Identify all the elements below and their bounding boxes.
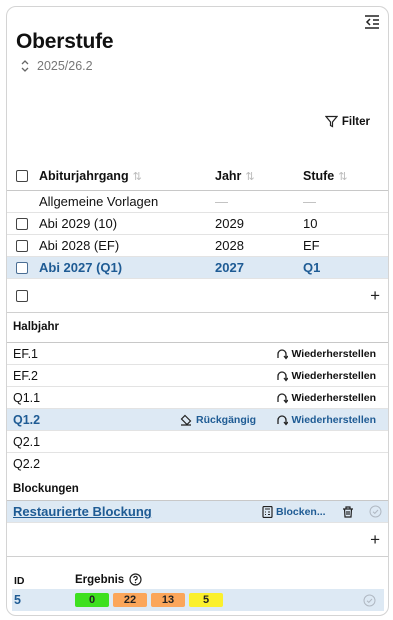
help-circle-icon[interactable] <box>129 573 142 586</box>
halbjahr-row[interactable]: Q2.2 <box>7 453 388 475</box>
row-stufe: EF <box>303 238 320 253</box>
halbjahr-row[interactable]: EF.2 Wiederherstellen <box>7 365 388 387</box>
oberstufe-panel: Oberstufe 2025/26.2 Filter Abiturjahrgan… <box>6 6 389 616</box>
result-badge: 13 <box>151 593 185 607</box>
restore-icon <box>277 414 289 426</box>
row-name: Abi 2027 (Q1) <box>39 260 123 275</box>
blockung-row-selected[interactable]: Restaurierte Blockung Blocken... <box>7 501 388 523</box>
table-row-selected[interactable]: Abi 2027 (Q1) 2027 Q1 <box>7 257 388 279</box>
restore-button[interactable]: Wiederherstellen <box>276 348 376 360</box>
blockung-footer: + <box>7 523 388 557</box>
sort-icon[interactable]: ⇅ <box>245 171 254 183</box>
blocken-button[interactable]: Blocken... <box>262 505 326 518</box>
row-jahr: 2028 <box>215 238 244 253</box>
restore-button[interactable]: Wiederherstellen <box>276 414 376 426</box>
school-year-label: 2025/26.2 <box>37 59 93 73</box>
restore-button[interactable]: Wiederherstellen <box>276 370 376 382</box>
table-row[interactable]: Abi 2029 (10) 2029 10 <box>7 213 388 235</box>
footer-checkbox[interactable] <box>16 289 28 302</box>
check-circle-icon[interactable] <box>363 594 376 607</box>
row-jahr: — <box>215 194 228 209</box>
col-header-jahr[interactable]: Jahr ⇅ <box>215 169 255 183</box>
halbjahr-row[interactable]: Q1.1 Wiederherstellen <box>7 387 388 409</box>
filter-button[interactable]: Filter <box>324 115 370 128</box>
collapse-sidebar-icon[interactable] <box>364 15 380 29</box>
halbjahr-row[interactable]: Q2.1 <box>7 431 388 453</box>
ergebnis-row-selected[interactable]: 5 0 22 13 5 <box>12 589 384 611</box>
eraser-icon <box>180 414 192 426</box>
halbjahr-name: EF.2 <box>13 368 39 383</box>
chevron-up-down-icon <box>21 60 29 72</box>
col-header-stufe[interactable]: Stufe ⇅ <box>303 169 347 183</box>
table-row[interactable]: Abi 2028 (EF) 2028 EF <box>7 235 388 257</box>
row-stufe: 10 <box>303 216 318 231</box>
table-footer: + <box>7 279 388 313</box>
select-all-checkbox[interactable] <box>16 169 28 182</box>
school-year-selector[interactable]: 2025/26.2 <box>21 59 93 73</box>
blockungen-label: Blockungen <box>13 483 79 495</box>
restore-icon <box>277 370 289 382</box>
id-column-header: ID <box>14 575 25 587</box>
table-row[interactable]: Allgemeine Vorlagen — — <box>7 191 388 213</box>
blockung-name[interactable]: Restaurierte Blockung <box>13 504 152 519</box>
table-header: Abiturjahrgang ⇅ Jahr ⇅ Stufe ⇅ <box>7 161 388 191</box>
restore-button[interactable]: Wiederherstellen <box>276 392 376 404</box>
check-circle-icon[interactable] <box>369 505 382 518</box>
halbjahr-label: Halbjahr <box>13 321 60 333</box>
row-name: Allgemeine Vorlagen <box>39 194 159 209</box>
restore-icon <box>277 348 289 360</box>
row-name: Abi 2029 (10) <box>39 216 118 231</box>
undo-button[interactable]: Rückgängig <box>180 414 256 426</box>
sort-icon[interactable]: ⇅ <box>338 171 347 183</box>
row-checkbox[interactable] <box>16 217 28 230</box>
add-abiturjahrgang-button[interactable]: + <box>370 286 380 306</box>
ergebnis-badges: 0 22 13 5 <box>75 593 223 607</box>
row-name: Abi 2028 (EF) <box>39 238 120 253</box>
result-badge: 22 <box>113 593 147 607</box>
halbjahr-name: Q2.1 <box>13 434 41 449</box>
row-stufe: Q1 <box>303 260 321 275</box>
row-stufe: — <box>303 194 316 209</box>
col-header-abiturjahrgang[interactable]: Abiturjahrgang ⇅ <box>39 169 142 183</box>
halbjahr-row-selected[interactable]: Q1.2 Rückgängig Wiederherstellen <box>7 409 388 431</box>
restore-icon <box>277 392 289 404</box>
calculator-icon <box>262 505 273 518</box>
row-checkbox[interactable] <box>16 261 28 274</box>
result-badge: 0 <box>75 593 109 607</box>
trash-icon[interactable] <box>342 505 354 518</box>
ergebnis-id: 5 <box>14 593 21 607</box>
halbjahr-name: EF.1 <box>13 346 39 361</box>
halbjahr-name: Q1.1 <box>13 390 41 405</box>
row-checkbox[interactable] <box>16 239 28 252</box>
row-jahr: 2027 <box>215 260 244 275</box>
sort-icon[interactable]: ⇅ <box>133 171 142 183</box>
filter-label: Filter <box>341 115 370 128</box>
row-jahr: 2029 <box>215 216 244 231</box>
ergebnis-column-header: Ergebnis <box>75 573 142 586</box>
result-badge: 5 <box>189 593 223 607</box>
halbjahr-name: Q2.2 <box>13 457 41 471</box>
add-blockung-button[interactable]: + <box>370 530 380 550</box>
filter-icon <box>324 115 338 128</box>
page-title: Oberstufe <box>16 30 114 53</box>
halbjahr-row[interactable]: EF.1 Wiederherstellen <box>7 343 388 365</box>
halbjahr-name: Q1.2 <box>13 412 41 427</box>
